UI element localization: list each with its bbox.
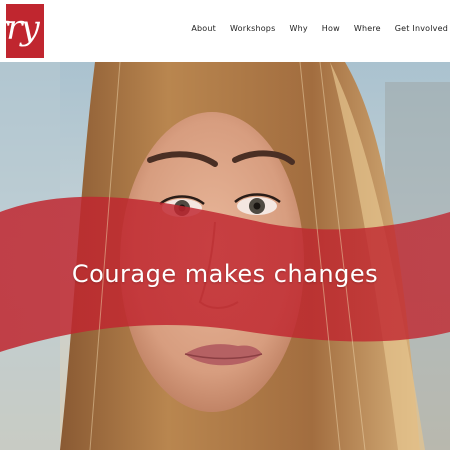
nav-item-how[interactable]: How	[322, 24, 340, 33]
nav-item-where[interactable]: Where	[354, 24, 381, 33]
nav-item-workshops[interactable]: Workshops	[230, 24, 275, 33]
hero-portrait-image	[0, 62, 450, 450]
page: rry About Workshops Why How Where Get In…	[0, 0, 450, 450]
brand-logo[interactable]: rry	[6, 4, 44, 58]
nav-item-why[interactable]: Why	[289, 24, 307, 33]
nav-item-get-involved[interactable]: Get Involved	[395, 24, 448, 33]
hero-headline: Courage makes changes	[71, 260, 379, 288]
site-header: rry About Workshops Why How Where Get In…	[0, 0, 450, 62]
main-nav: About Workshops Why How Where Get Involv…	[191, 24, 448, 33]
nav-item-about[interactable]: About	[191, 24, 216, 33]
logo-text: rry	[6, 8, 40, 48]
hero-section: Courage makes changes	[0, 62, 450, 450]
